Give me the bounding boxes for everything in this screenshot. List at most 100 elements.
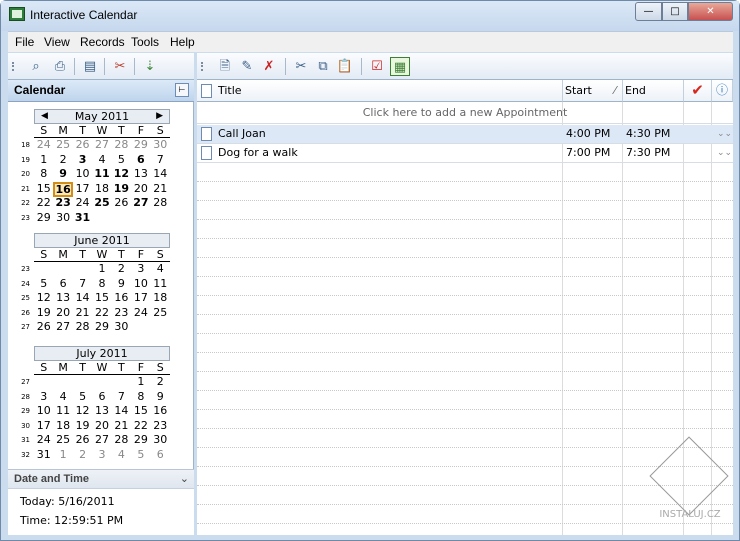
- empty-row[interactable]: [197, 410, 733, 429]
- day-cell[interactable]: 20: [53, 306, 72, 321]
- day-cell[interactable]: 25: [53, 138, 72, 153]
- import-icon[interactable]: ⇣: [140, 57, 160, 76]
- day-cell[interactable]: 1: [53, 448, 72, 463]
- day-cell[interactable]: 7: [73, 277, 92, 292]
- day-cell[interactable]: 19: [112, 182, 131, 197]
- day-cell[interactable]: 16: [53, 181, 73, 197]
- day-cell[interactable]: 14: [151, 167, 170, 182]
- day-cell[interactable]: 25: [53, 433, 72, 448]
- appointment-title[interactable]: Dog for a walk: [215, 144, 563, 163]
- day-cell[interactable]: 12: [34, 291, 53, 306]
- day-cell[interactable]: 6: [131, 153, 150, 168]
- day-cell[interactable]: 11: [53, 404, 72, 419]
- info-icon[interactable]: ⓘ: [712, 80, 733, 102]
- day-cell[interactable]: 22: [92, 306, 111, 321]
- day-cell[interactable]: 3: [92, 448, 111, 463]
- empty-row[interactable]: [197, 258, 733, 277]
- day-cell[interactable]: 19: [73, 419, 92, 434]
- next-month-icon[interactable]: ▶: [156, 110, 163, 123]
- day-cell[interactable]: 17: [73, 182, 92, 197]
- day-cell[interactable]: 23: [151, 419, 170, 434]
- day-cell[interactable]: 22: [34, 196, 53, 211]
- empty-row[interactable]: [197, 201, 733, 220]
- day-cell[interactable]: 18: [151, 291, 170, 306]
- day-cell[interactable]: 27: [53, 320, 72, 335]
- day-cell[interactable]: 28: [112, 433, 131, 448]
- empty-row[interactable]: [197, 429, 733, 448]
- day-cell[interactable]: 27: [131, 196, 150, 211]
- empty-row[interactable]: [197, 277, 733, 296]
- day-cell[interactable]: 3: [34, 390, 53, 405]
- properties-icon[interactable]: ▤: [80, 57, 100, 76]
- day-cell[interactable]: 20: [131, 182, 150, 197]
- day-cell[interactable]: 26: [73, 138, 92, 153]
- check-icon[interactable]: ✔: [684, 80, 712, 102]
- day-cell[interactable]: 22: [131, 419, 150, 434]
- day-cell[interactable]: 29: [131, 138, 150, 153]
- day-cell[interactable]: 13: [92, 404, 111, 419]
- appointment-title[interactable]: Call Joan: [215, 125, 563, 144]
- day-cell[interactable]: 4: [92, 153, 111, 168]
- day-cell[interactable]: 1: [131, 375, 150, 390]
- close-button[interactable]: ✕: [688, 2, 733, 21]
- empty-row[interactable]: [197, 163, 733, 182]
- day-cell[interactable]: 31: [34, 448, 53, 463]
- day-cell[interactable]: 15: [131, 404, 150, 419]
- column-header-start[interactable]: Start ⁄: [563, 80, 623, 102]
- day-cell[interactable]: 10: [131, 277, 150, 292]
- day-cell[interactable]: 30: [53, 211, 72, 226]
- day-cell[interactable]: 2: [112, 262, 131, 277]
- day-cell[interactable]: 7: [112, 390, 131, 405]
- day-cell[interactable]: 5: [73, 390, 92, 405]
- empty-row[interactable]: [197, 448, 733, 467]
- day-cell[interactable]: 1: [34, 153, 53, 168]
- day-cell[interactable]: 21: [151, 182, 170, 197]
- menu-records[interactable]: Records: [80, 35, 125, 49]
- day-cell[interactable]: 13: [53, 291, 72, 306]
- day-cell[interactable]: 28: [112, 138, 131, 153]
- minimize-button[interactable]: —: [635, 2, 662, 21]
- empty-row[interactable]: [197, 372, 733, 391]
- delete-appointment-icon[interactable]: ✗: [259, 57, 279, 76]
- column-header-end[interactable]: End: [623, 80, 684, 102]
- day-cell[interactable]: 14: [73, 291, 92, 306]
- day-cell[interactable]: 5: [131, 448, 150, 463]
- day-cell[interactable]: 28: [73, 320, 92, 335]
- day-cell[interactable]: 26: [73, 433, 92, 448]
- title-bar[interactable]: Interactive Calendar — □ ✕: [1, 1, 739, 31]
- day-cell[interactable]: 18: [53, 419, 72, 434]
- chevron-down-icon[interactable]: ⌄: [180, 472, 189, 485]
- day-cell[interactable]: 5: [112, 153, 131, 168]
- day-cell[interactable]: 4: [53, 390, 72, 405]
- day-cell[interactable]: 29: [131, 433, 150, 448]
- day-cell[interactable]: 9: [151, 390, 170, 405]
- day-cell[interactable]: 1: [92, 262, 111, 277]
- day-cell[interactable]: 26: [34, 320, 53, 335]
- day-cell[interactable]: 23: [112, 306, 131, 321]
- appointment-row[interactable]: Call Joan 4:00 PM 4:30 PM ⌄⌄: [197, 125, 733, 144]
- empty-row[interactable]: [197, 353, 733, 372]
- empty-row[interactable]: [197, 505, 733, 524]
- day-cell[interactable]: 24: [131, 306, 150, 321]
- print-icon[interactable]: ⎙: [50, 57, 70, 76]
- cut-icon[interactable]: ✂: [291, 57, 311, 76]
- day-cell[interactable]: 15: [92, 291, 111, 306]
- day-cell[interactable]: 3: [73, 153, 92, 168]
- day-cell[interactable]: 16: [151, 404, 170, 419]
- day-cell[interactable]: 8: [131, 390, 150, 405]
- day-cell[interactable]: 6: [53, 277, 72, 292]
- day-cell[interactable]: 4: [151, 262, 170, 277]
- day-cell[interactable]: 24: [73, 196, 92, 211]
- empty-row[interactable]: [197, 220, 733, 239]
- day-cell[interactable]: 6: [151, 448, 170, 463]
- day-cell[interactable]: 12: [112, 167, 131, 182]
- empty-row[interactable]: [197, 315, 733, 334]
- add-appointment-row[interactable]: Click here to add a new Appointment: [197, 102, 733, 124]
- day-cell[interactable]: 3: [131, 262, 150, 277]
- day-cell[interactable]: 2: [53, 153, 72, 168]
- empty-row[interactable]: [197, 486, 733, 505]
- previous-month-icon[interactable]: ◀: [41, 110, 48, 123]
- edit-appointment-icon[interactable]: ✎: [237, 57, 257, 76]
- empty-row[interactable]: [197, 182, 733, 201]
- day-cell[interactable]: 10: [34, 404, 53, 419]
